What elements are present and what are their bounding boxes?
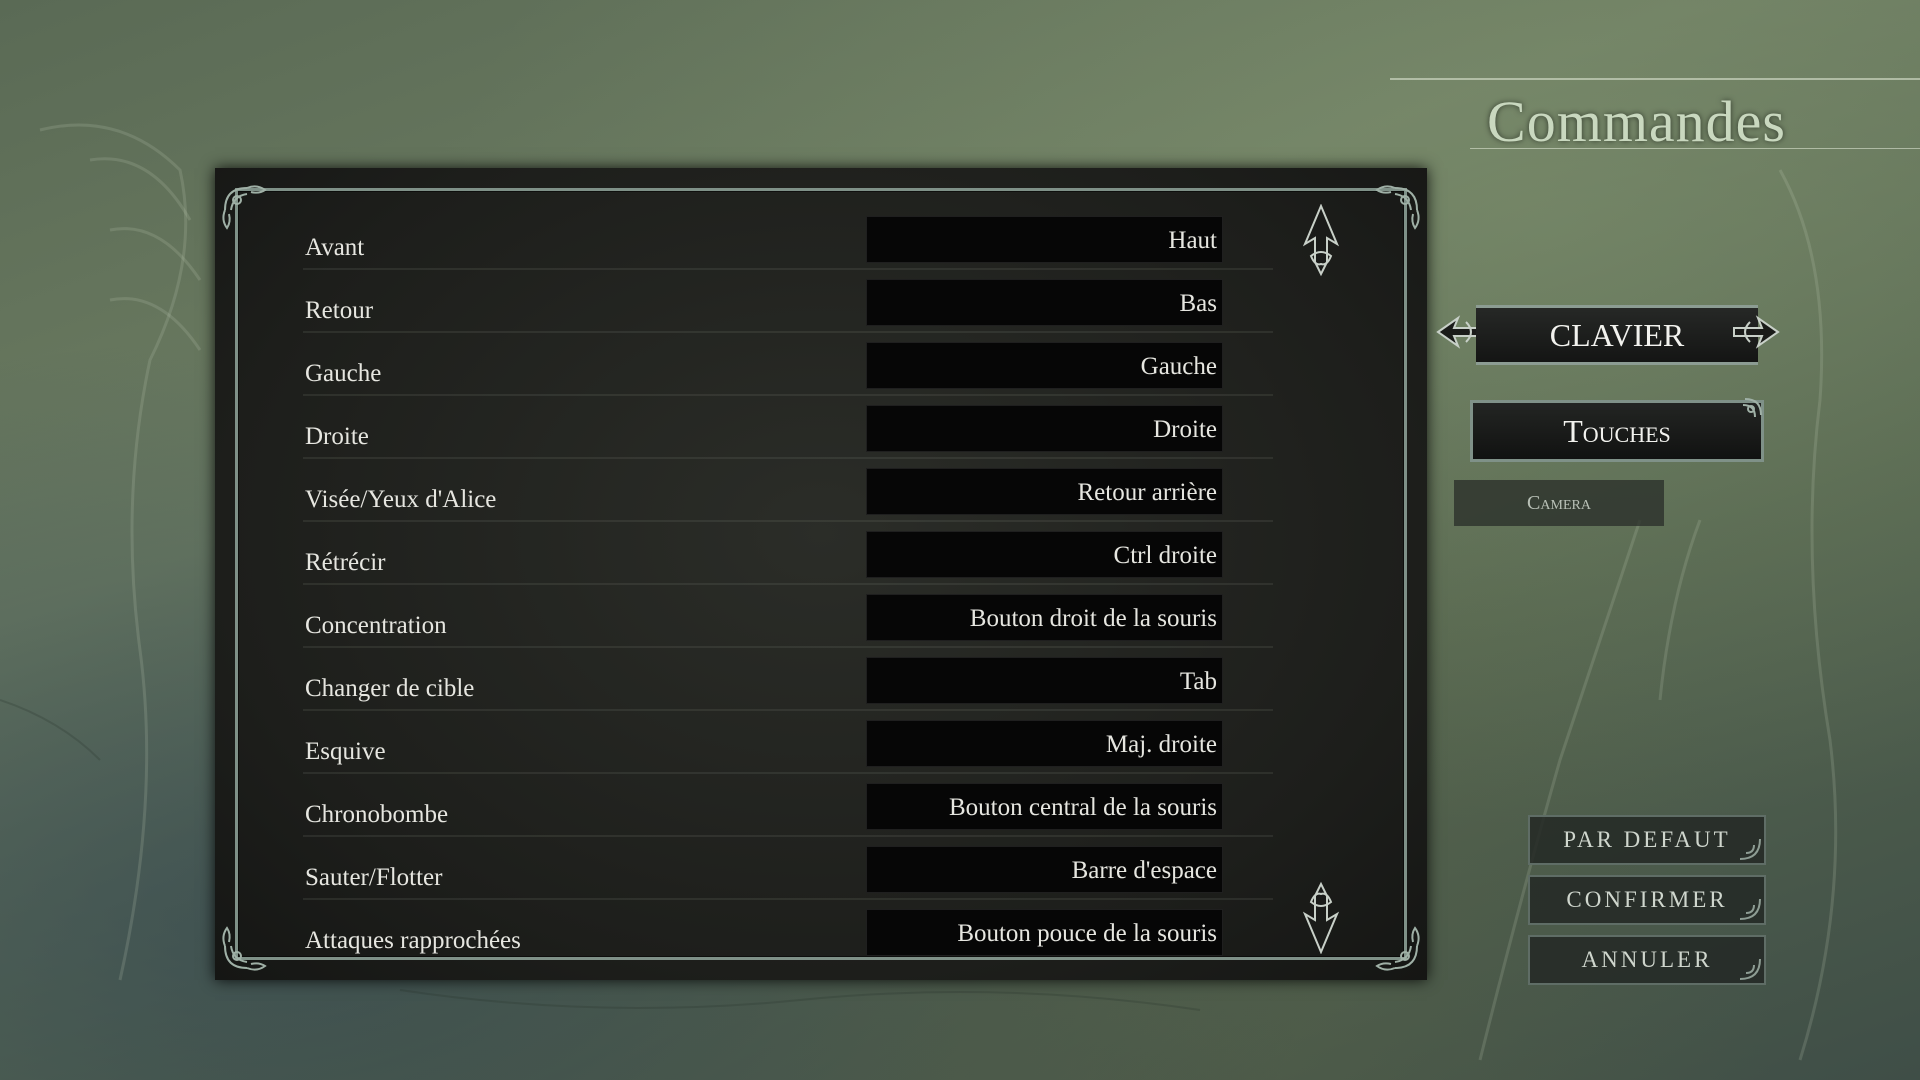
action-label: Concentration bbox=[305, 612, 447, 639]
key-binding-field[interactable]: Bouton droit de la souris bbox=[866, 594, 1223, 641]
action-label: Rétrécir bbox=[305, 549, 386, 576]
action-label: Changer de cible bbox=[305, 675, 475, 702]
confirm-button-label: CONFIRMER bbox=[1566, 887, 1728, 912]
device-selector-keyboard[interactable]: Clavier bbox=[1476, 305, 1758, 365]
key-binding-field[interactable]: Droite bbox=[866, 405, 1223, 452]
corner-flourish-icon bbox=[222, 185, 267, 230]
key-binding-field[interactable]: Gauche bbox=[866, 342, 1223, 389]
action-label: Droite bbox=[305, 423, 369, 450]
tab-touches-label: Touches bbox=[1563, 412, 1671, 449]
binding-row[interactable]: Esquive Maj. droite bbox=[303, 720, 1273, 774]
title-rule-top bbox=[1390, 78, 1920, 80]
key-value: Ctrl droite bbox=[1113, 542, 1217, 569]
corner-flourish-icon bbox=[1739, 898, 1761, 920]
binding-row[interactable]: Chronobombe Bouton central de la souris bbox=[303, 783, 1273, 837]
key-value: Barre d'espace bbox=[1071, 857, 1217, 884]
ornate-arrow-right-icon[interactable] bbox=[1728, 312, 1780, 352]
tab-camera-label: Camera bbox=[1527, 491, 1591, 514]
key-value: Bouton pouce de la souris bbox=[957, 920, 1217, 947]
key-binding-field[interactable]: Bouton pouce de la souris bbox=[866, 909, 1223, 956]
key-value: Droite bbox=[1153, 416, 1217, 443]
binding-row[interactable]: Droite Droite bbox=[303, 405, 1273, 459]
tab-camera[interactable]: Camera bbox=[1454, 480, 1664, 526]
action-label: Sauter/Flotter bbox=[305, 864, 443, 891]
key-value: Gauche bbox=[1140, 353, 1217, 380]
ornate-arrow-up-icon[interactable] bbox=[1297, 204, 1345, 278]
binding-row[interactable]: Rétrécir Ctrl droite bbox=[303, 531, 1273, 585]
cancel-button[interactable]: ANNULER bbox=[1528, 935, 1766, 985]
corner-flourish-icon bbox=[222, 926, 267, 971]
corner-flourish-icon bbox=[1739, 838, 1761, 860]
action-label: Chronobombe bbox=[305, 801, 449, 828]
action-label: Visée/Yeux d'Alice bbox=[305, 486, 497, 513]
key-value: Maj. droite bbox=[1105, 731, 1217, 758]
page-title: Commandes bbox=[1487, 89, 1786, 154]
key-value: Bas bbox=[1179, 290, 1218, 317]
action-label: Gauche bbox=[305, 360, 382, 387]
key-binding-field[interactable]: Bouton central de la souris bbox=[866, 783, 1223, 830]
key-binding-field[interactable]: Bas bbox=[866, 279, 1223, 326]
binding-row[interactable]: Concentration Bouton droit de la souris bbox=[303, 594, 1273, 648]
binding-row[interactable]: Attaques rapprochées Bouton pouce de la … bbox=[303, 909, 1273, 961]
corner-flourish-icon bbox=[1739, 958, 1761, 980]
bindings-panel: Avant Haut Retour Bas Gauche Gauche Droi… bbox=[215, 168, 1427, 980]
key-value: Bouton droit de la souris bbox=[969, 605, 1217, 632]
key-binding-field[interactable]: Barre d'espace bbox=[866, 846, 1223, 893]
action-label: Avant bbox=[305, 234, 365, 261]
device-label: Clavier bbox=[1549, 316, 1685, 353]
action-label: Esquive bbox=[305, 738, 386, 765]
action-label: Retour bbox=[305, 297, 374, 324]
key-value: Tab bbox=[1179, 668, 1217, 695]
default-button[interactable]: PAR DEFAUT bbox=[1528, 815, 1766, 865]
key-binding-field[interactable]: Ctrl droite bbox=[866, 531, 1223, 578]
ornate-arrow-down-icon[interactable] bbox=[1297, 880, 1345, 954]
binding-row[interactable]: Retour Bas bbox=[303, 279, 1273, 333]
corner-flourish-icon bbox=[1375, 926, 1420, 971]
binding-row[interactable]: Avant Haut bbox=[303, 216, 1273, 270]
action-label: Attaques rapprochées bbox=[305, 927, 521, 954]
key-binding-field[interactable]: Tab bbox=[866, 657, 1223, 704]
key-value: Retour arrière bbox=[1077, 479, 1217, 506]
key-binding-field[interactable]: Maj. droite bbox=[866, 720, 1223, 767]
cancel-button-label: ANNULER bbox=[1581, 947, 1713, 972]
corner-flourish-icon bbox=[1375, 185, 1420, 230]
corner-flourish-icon bbox=[1742, 398, 1762, 418]
binding-row[interactable]: Changer de cible Tab bbox=[303, 657, 1273, 711]
tab-touches[interactable]: Touches bbox=[1470, 398, 1764, 462]
confirm-button[interactable]: CONFIRMER bbox=[1528, 875, 1766, 925]
binding-row[interactable]: Gauche Gauche bbox=[303, 342, 1273, 396]
binding-row[interactable]: Visée/Yeux d'Alice Retour arrière bbox=[303, 468, 1273, 522]
binding-row[interactable]: Sauter/Flotter Barre d'espace bbox=[303, 846, 1273, 900]
key-binding-field[interactable]: Retour arrière bbox=[866, 468, 1223, 515]
key-binding-field[interactable]: Haut bbox=[866, 216, 1223, 263]
key-value: Bouton central de la souris bbox=[949, 794, 1217, 821]
default-button-label: PAR DEFAUT bbox=[1563, 827, 1731, 852]
key-value: Haut bbox=[1168, 227, 1217, 254]
